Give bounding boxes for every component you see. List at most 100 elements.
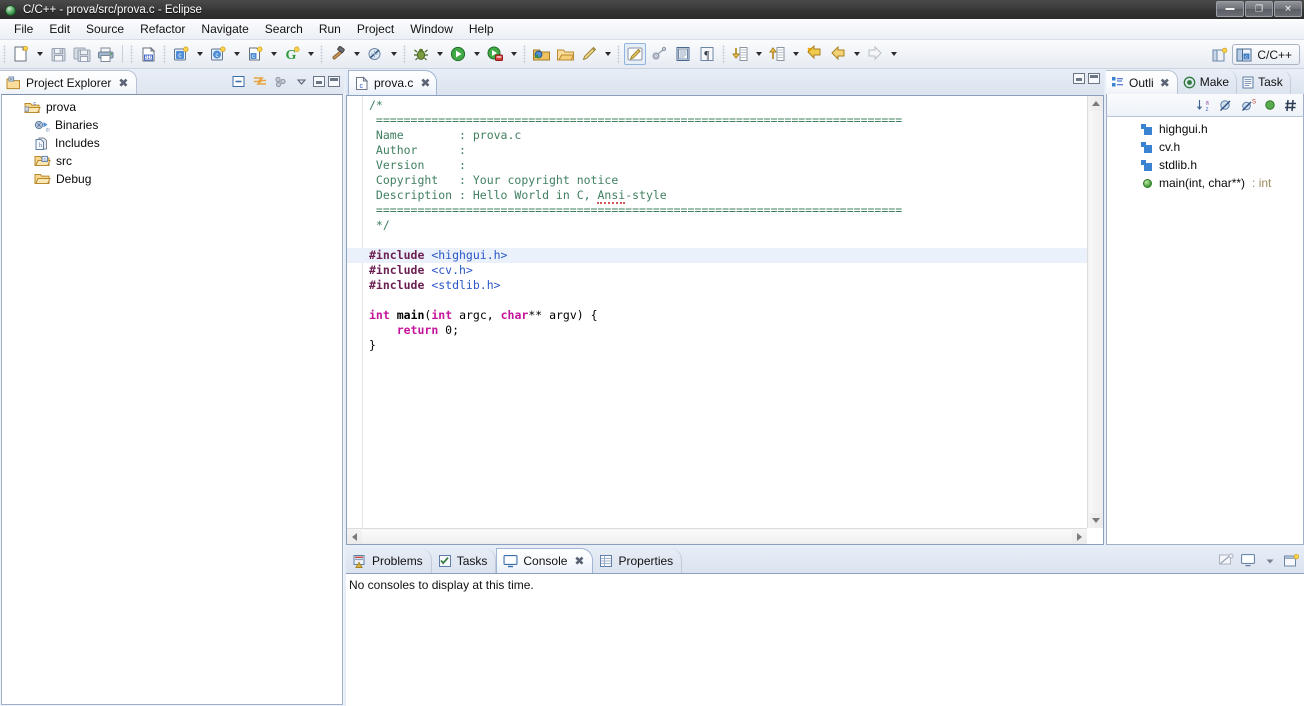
editor-horizontal-scrollbar[interactable] (347, 528, 1087, 544)
close-icon[interactable]: ✖ (420, 77, 430, 89)
hide-static-icon[interactable]: S (1238, 96, 1257, 115)
hammer-dropdown[interactable] (350, 43, 363, 65)
maximize-icon[interactable] (1088, 73, 1100, 84)
book-icon[interactable] (672, 43, 694, 65)
tree-item-prova[interactable]: c prova (2, 98, 342, 116)
console-output[interactable]: No consoles to display at this time. (346, 573, 1304, 706)
last-edit-icon[interactable] (803, 43, 825, 65)
tab-properties[interactable]: Properties (593, 548, 683, 573)
outline-item-highgui[interactable]: highgui.h (1107, 120, 1303, 138)
minimize-button[interactable] (1216, 1, 1244, 17)
view-menu-icon[interactable] (271, 72, 290, 91)
code-line[interactable]: Description : Hello World in C, Ansi-sty… (369, 188, 1081, 204)
code-line[interactable]: */ (369, 218, 1081, 233)
scroll-down-button[interactable] (1088, 513, 1103, 528)
next-annotation-icon[interactable] (729, 43, 751, 65)
code-line[interactable]: return 0; (369, 323, 1081, 338)
new-c-source-dropdown[interactable] (267, 43, 280, 65)
tree-item-binaries[interactable]: 01 Binaries (2, 116, 342, 134)
open-console-icon[interactable] (1282, 551, 1301, 570)
menu-window[interactable]: Window (402, 20, 461, 38)
external-tools-icon[interactable] (484, 43, 506, 65)
code-line[interactable] (369, 233, 1081, 248)
code-line[interactable]: #include <stdlib.h> (369, 278, 1081, 293)
toolbar-grip[interactable] (163, 44, 166, 64)
outline-item-stdlib[interactable]: stdlib.h (1107, 156, 1303, 174)
menu-edit[interactable]: Edit (41, 20, 78, 38)
code-line[interactable]: #include <cv.h> (369, 263, 1081, 278)
pencil-marker-dropdown[interactable] (601, 43, 614, 65)
tree-item-includes[interactable]: h Includes (2, 134, 342, 152)
bug-icon[interactable] (410, 43, 432, 65)
code-line[interactable]: } (369, 338, 1081, 353)
new-c-source-icon[interactable]: c (244, 43, 266, 65)
tab-project-explorer[interactable]: Project Explorer ✖ (0, 70, 138, 94)
hide-fields-icon[interactable] (1260, 96, 1279, 115)
toolbar-grip[interactable] (3, 44, 6, 64)
code-line[interactable]: Name : prova.c (369, 128, 1081, 143)
hide-macros-icon[interactable] (1282, 96, 1301, 115)
menu-file[interactable]: File (6, 20, 41, 38)
toolbar-grip[interactable] (403, 44, 406, 64)
scroll-left-button[interactable] (347, 529, 362, 544)
code-line[interactable]: int main(int argc, char** argv) { (369, 308, 1081, 323)
horizontal-scroll-thumb[interactable] (362, 530, 1072, 543)
menu-navigate[interactable]: Navigate (193, 20, 256, 38)
link-editor-icon[interactable] (250, 72, 269, 91)
vertical-scroll-thumb[interactable] (1089, 111, 1102, 513)
scroll-up-button[interactable] (1088, 96, 1103, 111)
tab-problems[interactable]: ! Problems (346, 548, 432, 573)
chevron-down-icon[interactable] (1260, 551, 1279, 570)
tab-tasks[interactable]: Tasks (432, 548, 497, 573)
tree-item-debug[interactable]: Debug (2, 170, 342, 188)
breakpoint-icon[interactable] (648, 43, 670, 65)
new-class-dropdown[interactable] (230, 43, 243, 65)
back-dropdown[interactable] (850, 43, 863, 65)
code-line[interactable]: Author : (369, 143, 1081, 158)
binary-file-icon[interactable]: 010 (137, 43, 159, 65)
clean-dropdown[interactable] (387, 43, 400, 65)
toolbar-grip[interactable] (722, 44, 725, 64)
tab-outline[interactable]: Outli ✖ (1106, 70, 1178, 94)
minimize-icon[interactable] (313, 76, 325, 87)
pencil-marker-icon[interactable] (578, 43, 600, 65)
forward-arrow-icon[interactable] (864, 43, 886, 65)
run-dropdown[interactable] (470, 43, 483, 65)
menu-project[interactable]: Project (349, 20, 402, 38)
pilcrow-icon[interactable]: ¶ (696, 43, 718, 65)
run-icon[interactable] (447, 43, 469, 65)
toolbar-grip[interactable] (523, 44, 526, 64)
menu-source[interactable]: Source (78, 20, 132, 38)
scroll-right-button[interactable] (1072, 529, 1087, 544)
back-arrow-icon[interactable] (827, 43, 849, 65)
maximize-button[interactable]: ❐ (1245, 1, 1273, 17)
editor-vertical-scrollbar[interactable] (1087, 96, 1103, 528)
project-tree[interactable]: c prova 01 Binaries (1, 94, 343, 705)
maximize-icon[interactable] (328, 76, 340, 87)
clean-icon[interactable] (364, 43, 386, 65)
save-icon[interactable] (47, 43, 69, 65)
new-file-dropdown[interactable] (33, 43, 46, 65)
close-icon[interactable]: ✖ (118, 77, 128, 89)
code-line[interactable]: /* (369, 98, 1081, 113)
menu-run[interactable]: Run (311, 20, 349, 38)
print-icon[interactable] (95, 43, 117, 65)
toolbar-grip[interactable] (320, 44, 323, 64)
save-all-icon[interactable] (71, 43, 93, 65)
open-perspective-icon[interactable] (1209, 44, 1231, 66)
new-file-icon[interactable] (10, 43, 32, 65)
menu-search[interactable]: Search (257, 20, 311, 38)
code-line[interactable]: Version : (369, 158, 1081, 173)
menu-refactor[interactable]: Refactor (132, 20, 193, 38)
forward-dropdown[interactable] (887, 43, 900, 65)
tab-prova-c[interactable]: c prova.c ✖ (348, 70, 438, 95)
gnu-dropdown[interactable] (304, 43, 317, 65)
previous-annotation-dropdown[interactable] (789, 43, 802, 65)
collapse-all-icon[interactable] (229, 72, 248, 91)
tab-console[interactable]: Console ✖ (496, 548, 594, 573)
code-line[interactable]: Copyright : Your copyright notice (369, 173, 1081, 188)
tab-task-list[interactable]: Task (1237, 70, 1291, 94)
tree-item-src[interactable]: c src (2, 152, 342, 170)
source-editor[interactable]: /* =====================================… (346, 95, 1104, 545)
outline-item-main[interactable]: main(int, char**) : int (1107, 174, 1303, 192)
